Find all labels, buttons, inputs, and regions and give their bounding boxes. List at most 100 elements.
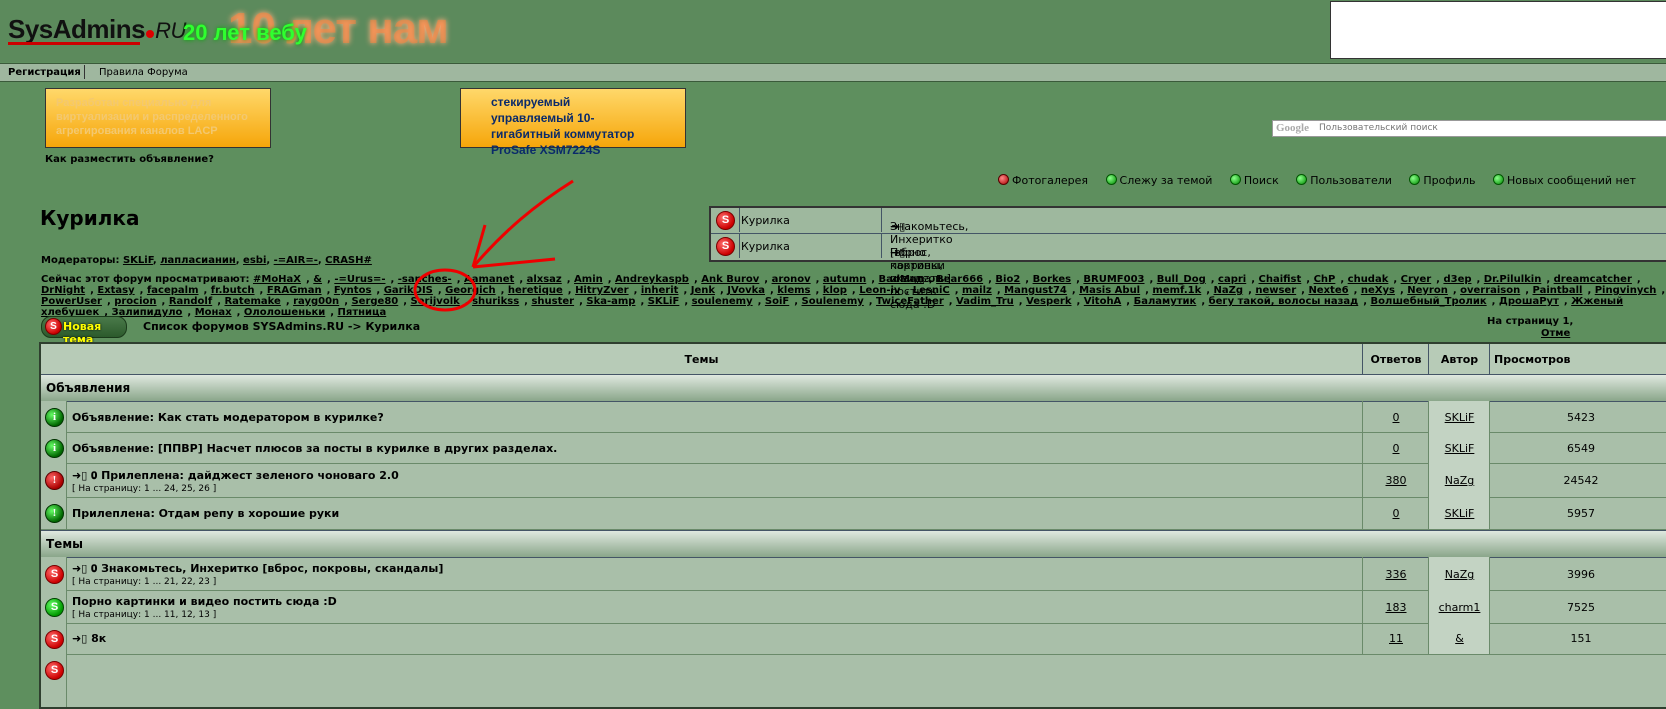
viewer-link[interactable]: klems (777, 285, 810, 296)
viewer-link[interactable]: newser (1255, 285, 1296, 296)
new-topic-button[interactable]: S Новая тема (41, 316, 127, 346)
viewer-link[interactable]: ChP (1314, 274, 1336, 285)
moderator-link[interactable]: esbi (243, 255, 266, 266)
viewer-link[interactable]: SKLiF (648, 296, 680, 307)
topic-title-link[interactable]: Прилеплена: дайджест зеленого чоноваго 2… (101, 469, 399, 482)
viewer-link[interactable]: fr.butch (211, 285, 255, 296)
viewer-link[interactable]: Randolf (169, 296, 212, 307)
watched-link[interactable]: Слежу за темой (1105, 174, 1212, 187)
author-link[interactable]: SKLiF (1429, 442, 1490, 455)
breadcrumb[interactable]: Список форумов SYSAdmins.RU -> Курилка (143, 320, 420, 333)
moderator-link[interactable]: лапласианин (160, 255, 236, 266)
viewer-link[interactable]: TwiceFather (876, 296, 944, 307)
gallery-link[interactable]: Фотогалерея (998, 174, 1088, 187)
viewer-link[interactable]: Vesperk (1026, 296, 1071, 307)
viewer-link[interactable]: autumn (823, 274, 866, 285)
ad-banner-left[interactable]: Разработан специально для виртуализации … (45, 88, 271, 148)
pagination[interactable]: На страницу 1, (1487, 316, 1573, 327)
topic-title-link[interactable]: Объявление: [ППВР] Насчет плюсов за пост… (72, 442, 557, 455)
topic-title-link[interactable]: Знакомьтесь, Инхеритко [вброс, покровы, … (101, 562, 443, 575)
viewer-link[interactable]: BadMan (879, 274, 924, 285)
moderator-link[interactable]: SKLiF (123, 255, 153, 266)
viewer-link[interactable]: Andreykaspb (615, 274, 689, 285)
viewer-link[interactable]: facepalm (147, 285, 199, 296)
author-link[interactable]: SKLiF (1429, 507, 1490, 520)
viewer-link[interactable]: NaZg (1214, 285, 1244, 296)
viewer-link[interactable]: Ололошеньки (244, 307, 325, 318)
viewer-link[interactable]: Leon-iv (859, 285, 900, 296)
viewer-link[interactable]: Pingvinych (1595, 285, 1657, 296)
search-input[interactable] (1319, 121, 1659, 134)
topic-title-link[interactable]: Прилеплена: Отдам репу в хорошие руки (72, 507, 339, 520)
viewer-link[interactable]: LesniC (913, 285, 950, 296)
viewer-link[interactable]: DrNight (41, 285, 85, 296)
moderator-link[interactable]: CRASH# (325, 255, 372, 266)
viewer-link[interactable]: Волшебный_Тролик (1371, 296, 1487, 307)
viewer-link[interactable]: Masis Abul (1079, 285, 1140, 296)
viewer-link[interactable]: Ank Burov (701, 274, 759, 285)
viewer-link[interactable]: SoiF (765, 296, 789, 307)
viewer-link[interactable]: neXys (1361, 285, 1395, 296)
viewer-link[interactable]: Mangust74 (1004, 285, 1067, 296)
header-ad-slot[interactable] (1330, 1, 1666, 59)
replies-count[interactable]: 0 (1363, 507, 1429, 520)
viewer-link[interactable]: klop (823, 285, 847, 296)
viewer-link[interactable]: Cryer (1401, 274, 1432, 285)
topic-title-link[interactable]: Объявление: Как стать модератором в кури… (72, 411, 384, 424)
author-link[interactable]: SKLiF (1429, 411, 1490, 424)
viewer-link[interactable]: Jenk (691, 285, 715, 296)
viewer-link[interactable]: PowerUser (41, 296, 102, 307)
viewer-link[interactable]: Монах (195, 307, 232, 318)
users-link[interactable]: Пользователи (1296, 174, 1392, 187)
viewer-link[interactable]: Dr.Pilulkin (1484, 274, 1542, 285)
viewer-link[interactable]: memf.1k (1152, 285, 1201, 296)
viewer-link[interactable]: Vadim_Tru (956, 296, 1014, 307)
goto-newest-icon[interactable]: ➜▯ (72, 562, 87, 575)
replies-count[interactable]: 0 (1363, 411, 1429, 424)
mark-read-link[interactable]: Отме (1541, 328, 1570, 339)
site-logo[interactable]: SysAdmins RU (8, 14, 186, 45)
search-link[interactable]: Поиск (1229, 174, 1279, 187)
author-link[interactable]: NaZg (1429, 568, 1490, 581)
viewer-link[interactable]: бегу такой, волосы назад (1209, 296, 1359, 307)
replies-count[interactable]: 336 (1363, 568, 1429, 581)
goto-newest-icon[interactable]: ➜▯ (72, 632, 87, 645)
viewer-link[interactable]: dreamcatcher (1554, 274, 1632, 285)
viewer-link[interactable]: ДрошаРут (1499, 296, 1559, 307)
profile-link[interactable]: Профиль (1409, 174, 1475, 187)
viewer-link[interactable]: Bull_Dog (1157, 274, 1206, 285)
viewer-link[interactable]: Залипидуло (112, 307, 183, 318)
replies-count[interactable]: 183 (1363, 601, 1429, 614)
forum-rules-link[interactable]: Правила Форума (99, 67, 188, 78)
viewer-link[interactable]: BRUMF003 (1083, 274, 1144, 285)
viewer-link[interactable]: Ratemake (224, 296, 280, 307)
author-link[interactable]: charm1 (1429, 601, 1490, 614)
topic-pages[interactable]: [ На страницу: 1 ... 24, 25, 26 ] (72, 484, 216, 494)
viewer-link[interactable]: aronov (772, 274, 811, 285)
moderator-link[interactable]: -=AIR=- (274, 255, 318, 266)
goto-newest-icon[interactable]: ➜▯ (72, 469, 87, 482)
replies-count[interactable]: 0 (1363, 442, 1429, 455)
author-link[interactable]: NaZg (1429, 474, 1490, 487)
viewer-link[interactable]: Пятница (338, 307, 387, 318)
goto-newest-icon[interactable]: ➜▯ (890, 220, 905, 233)
viewer-link[interactable]: Neyron (1407, 285, 1448, 296)
register-link[interactable]: Регистрация (8, 67, 81, 78)
viewer-link[interactable]: Bear666 (936, 274, 983, 285)
viewer-link[interactable]: -=Urus=- (334, 274, 385, 285)
viewer-link[interactable]: Borkes (1033, 274, 1072, 285)
viewer-link[interactable]: procion (114, 296, 156, 307)
viewer-link[interactable]: rayg00n (293, 296, 339, 307)
place-ad-link[interactable]: Как разместить объявление? (45, 154, 214, 165)
viewer-link[interactable]: d3ep (1443, 274, 1471, 285)
viewer-link[interactable]: mailz (962, 285, 992, 296)
viewer-link[interactable]: & (313, 274, 322, 285)
ad-banner-right[interactable]: стекируемый управляемый 10-гигабитный ко… (460, 88, 686, 157)
viewer-link[interactable]: Ska-amp (586, 296, 635, 307)
replies-count[interactable]: 380 (1363, 474, 1429, 487)
viewer-link[interactable]: #MoHaX (253, 274, 301, 285)
viewer-link[interactable]: Fyntos (334, 285, 372, 296)
viewer-link[interactable]: VitohA (1084, 296, 1122, 307)
topic-title-link[interactable]: Порно картинки и видео постить сюда :D (72, 595, 337, 608)
goto-newest-icon[interactable]: ➜▯ (890, 246, 905, 259)
